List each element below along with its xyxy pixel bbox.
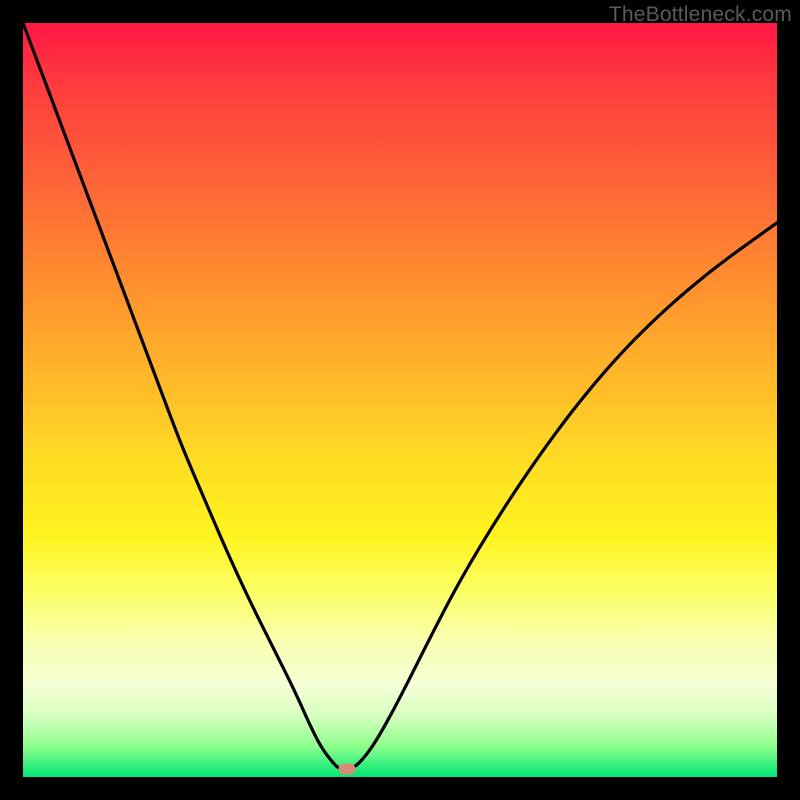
bottleneck-curve — [23, 23, 777, 777]
watermark-text: TheBottleneck.com — [609, 3, 792, 27]
optimum-marker — [339, 764, 356, 775]
chart-frame: TheBottleneck.com — [0, 0, 800, 800]
